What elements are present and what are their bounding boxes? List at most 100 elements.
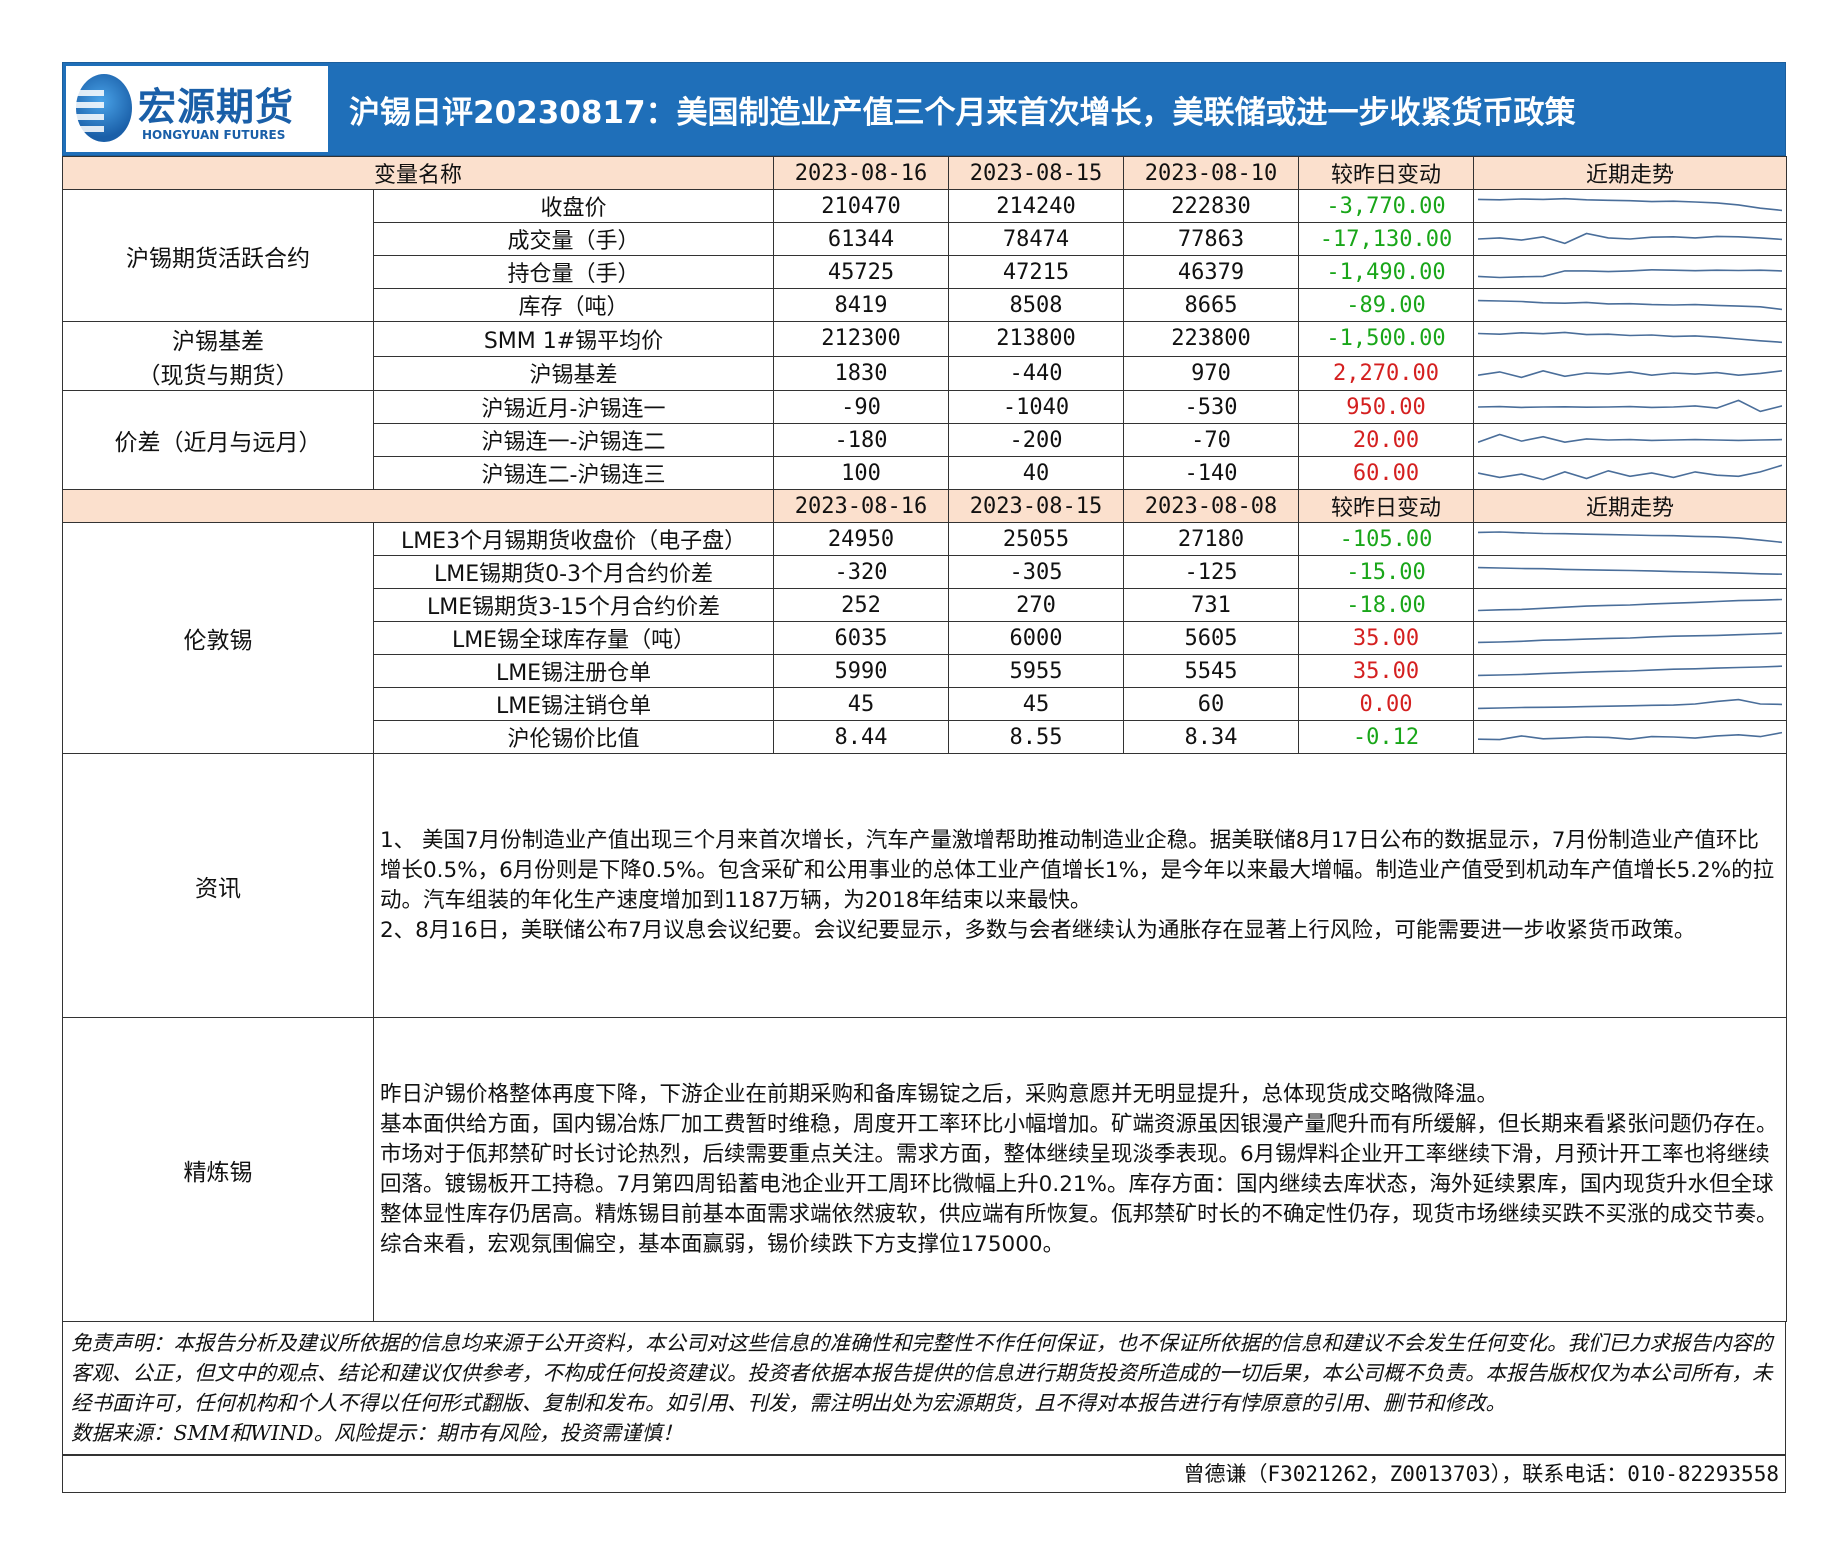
- sparkline-series: [1478, 197, 1783, 212]
- header-date: 2023-08-15: [948, 489, 1125, 523]
- value-cell: 47215: [948, 255, 1125, 289]
- change-value: 60.00: [1298, 456, 1475, 490]
- value-cell: 100: [773, 456, 950, 490]
- sparkline-chart: [1478, 433, 1783, 444]
- variable-name: SMM 1#锡平均价: [372, 321, 775, 357]
- sparkline-series: [1478, 232, 1783, 245]
- refined-content: 昨日沪锡价格整体再度下降，下游企业在前期采购和备库锡锭之后，采购意愿并无明显提升…: [372, 1017, 1788, 1322]
- value-cell: -125: [1123, 555, 1300, 589]
- variable-name: 沪锡近月-沪锡连一: [372, 390, 775, 424]
- sparkline-series: [1478, 331, 1783, 343]
- value-cell: 6035: [773, 621, 950, 655]
- change-value: -1,500.00: [1298, 321, 1475, 357]
- sparkline-cell: [1473, 355, 1788, 391]
- table-row: 沪锡期货活跃合约 收盘价 210470 214240 222830 -3,770.00: [62, 189, 1788, 322]
- refined-paragraph: 昨日沪锡价格整体再度下降，下游企业在前期采购和备库锡锭之后，采购意愿并无明显提升…: [380, 1081, 1499, 1107]
- table-row: 价差（近月与远月） 沪锡近月-沪锡连一 -90 -1040 -530 950.00: [62, 390, 1788, 490]
- header-variable-name: 变量名称: [61, 156, 775, 190]
- value-cell: 45: [948, 687, 1125, 721]
- header-trend: 近期走势: [1473, 156, 1788, 190]
- company-logo: 宏源期货 HONGYUAN FUTURES: [66, 66, 328, 152]
- table-row: 伦敦锡 LME3个月锡期货收盘价（电子盘） 24950 25055 27180 -105.…: [62, 522, 1788, 754]
- value-cell: -440: [948, 355, 1125, 391]
- variable-name: LME锡期货0-3个月合约价差: [372, 555, 775, 589]
- sparkline-cell: [1473, 621, 1788, 655]
- change-value: -0.12: [1298, 720, 1475, 754]
- sparkline-cell: [1473, 456, 1788, 490]
- value-cell: -320: [773, 555, 950, 589]
- sparkline-series: [1478, 698, 1783, 710]
- sparkline-chart: [1478, 598, 1783, 612]
- change-value: -3,770.00: [1298, 189, 1475, 223]
- change-value: 35.00: [1298, 654, 1475, 688]
- change-value: 950.00: [1298, 390, 1475, 424]
- header-trend: 近期走势: [1473, 489, 1788, 523]
- sparkline-series: [1478, 399, 1783, 413]
- value-cell: 731: [1123, 588, 1300, 622]
- variable-name: 沪伦锡价比值: [372, 720, 775, 754]
- sparkline-chart: [1478, 232, 1783, 245]
- change-value: 2,270.00: [1298, 355, 1475, 391]
- sparkline-cell: [1473, 654, 1788, 688]
- variable-name: 收盘价: [372, 189, 775, 223]
- analyst-contact: 曾德谦（F3021262，Z0013703），联系电话：010-82293558: [62, 1455, 1786, 1493]
- value-cell: 222830: [1123, 189, 1300, 223]
- value-cell: 45725: [773, 255, 950, 289]
- report-title: 沪锡日评20230817：美国制造业产值三个月来首次增长，美联储或进一步收紧货币…: [349, 95, 1576, 131]
- change-value: -1,490.00: [1298, 255, 1475, 289]
- sparkline-chart: [1478, 299, 1783, 311]
- value-cell: 40: [948, 456, 1125, 490]
- variable-name: 库存（吨）: [372, 288, 775, 322]
- sparkline-series: [1478, 731, 1783, 741]
- variable-name: 沪锡连二-沪锡连三: [372, 456, 775, 490]
- header-date: 2023-08-16: [773, 489, 950, 523]
- change-value: -18.00: [1298, 588, 1475, 622]
- variable-name: LME锡全球库存量（吨）: [372, 621, 775, 655]
- value-cell: 252: [773, 588, 950, 622]
- sparkline-cell: [1473, 321, 1788, 357]
- data-table: 变量名称 2023-08-16 2023-08-15 2023-08-10 较昨日变动近…: [61, 156, 1788, 1322]
- news-section: 资讯 1、 美国7月份制造业产值出现三个月来首次增长，汽车产量激增帮助推动制造业企…: [62, 753, 1788, 1018]
- header-date: 2023-08-08: [1123, 489, 1300, 523]
- value-cell: 8.34: [1123, 720, 1300, 754]
- value-cell: 5955: [948, 654, 1125, 688]
- sparkline-series: [1478, 531, 1783, 544]
- sparkline-cell: [1473, 522, 1788, 556]
- variable-name: LME锡注册仓单: [372, 654, 775, 688]
- sparkline-series: [1478, 632, 1783, 644]
- value-cell: 270: [948, 588, 1125, 622]
- logo-english-name: HONGYUAN FUTURES: [142, 128, 286, 142]
- sparkline-cell: [1473, 555, 1788, 589]
- sparkline-chart: [1478, 399, 1783, 413]
- change-value: -89.00: [1298, 288, 1475, 322]
- variable-name: 沪锡连一-沪锡连二: [372, 423, 775, 457]
- news-paragraph: 1、 美国7月份制造业产值出现三个月来首次增长，汽车产量激增帮助推动制造业企稳。…: [380, 827, 1775, 913]
- sparkline-cell: [1473, 390, 1788, 424]
- category-label: 价差（近月与远月）: [62, 390, 374, 490]
- sparkline-cell: [1473, 687, 1788, 721]
- logo-chinese-name: 宏源期货: [138, 85, 295, 129]
- change-value: 20.00: [1298, 423, 1475, 457]
- header-date: 2023-08-16: [773, 156, 950, 190]
- value-cell: 77863: [1123, 222, 1300, 256]
- sparkline-series: [1478, 299, 1783, 311]
- value-cell: -200: [948, 423, 1125, 457]
- sparkline-chart: [1478, 331, 1783, 343]
- value-cell: 210470: [773, 189, 950, 223]
- variable-name: 成交量（手）: [372, 222, 775, 256]
- report-banner: 宏源期货 HONGYUAN FUTURES 沪锡日评20230817：美国制造业…: [62, 62, 1786, 156]
- sparkline-series: [1478, 370, 1783, 379]
- value-cell: 1830: [773, 355, 950, 391]
- sparkline-chart: [1478, 665, 1783, 677]
- variable-name: 沪锡基差: [372, 355, 775, 391]
- value-cell: 27180: [1123, 522, 1300, 556]
- sparkline-series: [1478, 268, 1783, 279]
- sparkline-chart: [1478, 698, 1783, 710]
- header-change: 较昨日变动: [1298, 489, 1475, 523]
- news-paragraph: 2、8月16日，美联储公布7月议息会议纪要。会议纪要显示，多数与会者继续认为通胀…: [380, 917, 1696, 943]
- header-blank: [61, 489, 775, 523]
- value-cell: -1040: [948, 390, 1125, 424]
- sparkline-series: [1478, 464, 1783, 481]
- disclaimer: 免责声明：本报告分析及建议所依据的信息均来源于公开资料，本公司对这些信息的准确性…: [62, 1322, 1786, 1455]
- sparkline-cell: [1473, 423, 1788, 457]
